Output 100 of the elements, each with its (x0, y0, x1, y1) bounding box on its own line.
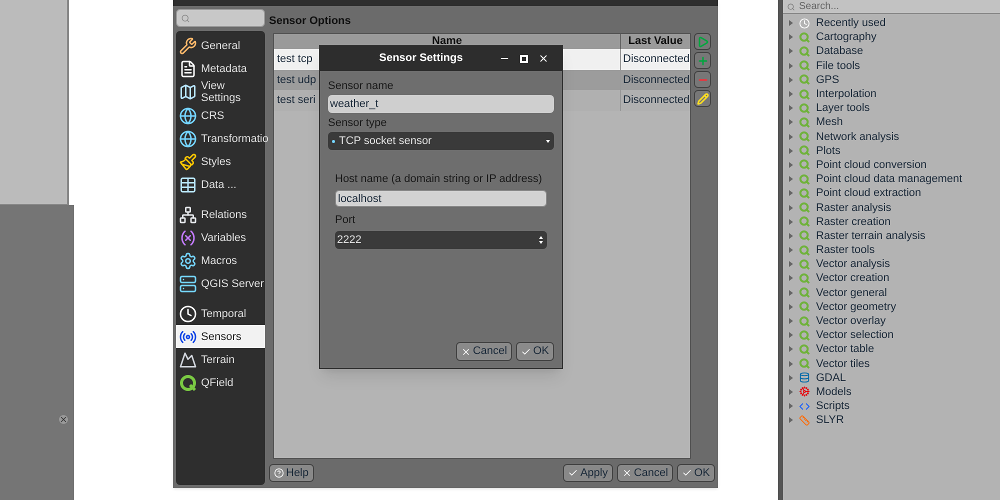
clock-icon (179, 304, 197, 322)
sidebar-item[interactable]: CRS (176, 104, 265, 127)
expand-arrow-icon[interactable] (789, 91, 793, 98)
expand-arrow-icon[interactable] (789, 204, 793, 211)
sidebar-item[interactable]: Terrain (176, 348, 265, 371)
dialog-button[interactable]: Apply (563, 464, 613, 482)
expand-arrow-icon[interactable] (789, 304, 793, 310)
sidebar-item[interactable]: Variables (176, 226, 265, 249)
dialog-button[interactable]: Help (269, 464, 314, 482)
sidebar-item[interactable]: QField (176, 371, 265, 394)
sidebar-item[interactable]: Relations (176, 203, 265, 226)
expand-arrow-icon[interactable] (789, 190, 793, 196)
expand-arrow-icon[interactable] (789, 20, 793, 26)
sensor-name-field[interactable]: weather_t (328, 95, 554, 113)
dialog-button[interactable]: OK (677, 464, 715, 482)
expand-arrow-icon[interactable] (789, 318, 793, 324)
dialog-button[interactable]: OK (516, 342, 554, 361)
expand-arrow-icon[interactable] (789, 148, 793, 154)
tree-item[interactable]: Cartography (789, 30, 1000, 44)
expand-arrow-icon[interactable] (789, 48, 793, 54)
sidebar-item[interactable]: Data ... (176, 173, 265, 196)
q-logo-icon (179, 374, 197, 392)
tree-item[interactable]: Vector general (789, 286, 1000, 300)
sidebar-item[interactable]: View Settings (176, 80, 265, 104)
tree-item[interactable]: Point cloud data management (789, 172, 1000, 186)
sidebar-item[interactable]: Metadata (176, 57, 265, 80)
expand-arrow-icon[interactable] (789, 261, 793, 268)
table-cell: test udp (277, 74, 316, 86)
expand-arrow-icon[interactable] (789, 346, 793, 352)
play-button[interactable] (694, 33, 711, 50)
tree-item[interactable]: Plots (789, 144, 1000, 158)
sidebar-item[interactable]: General (176, 34, 265, 57)
tree-item[interactable]: Raster terrain analysis (789, 228, 1000, 243)
tree-item[interactable]: Vector tiles (789, 356, 1000, 371)
tree-item[interactable]: GDAL (789, 370, 1000, 385)
edit-button[interactable] (694, 90, 711, 107)
expand-arrow-icon[interactable] (789, 232, 793, 239)
tree-item[interactable]: Recently used (789, 16, 1000, 30)
port-spinbox[interactable]: 2222 (335, 231, 547, 249)
database-icon (799, 372, 810, 384)
expand-arrow-icon[interactable] (789, 360, 793, 367)
tree-item[interactable]: Vector analysis (789, 257, 1000, 272)
tree-item[interactable]: Raster analysis (789, 200, 1000, 215)
expand-arrow-icon[interactable] (789, 247, 793, 254)
tree-item[interactable]: File tools (789, 58, 1000, 73)
tree-item[interactable]: Vector overlay (789, 314, 1000, 328)
expand-arrow-icon[interactable] (789, 374, 793, 381)
tree-item[interactable]: GPS (789, 72, 1000, 87)
expand-arrow-icon[interactable] (789, 332, 793, 338)
q-logo-icon (799, 344, 810, 355)
expand-arrow-icon[interactable] (789, 162, 793, 168)
expand-arrow-icon[interactable] (789, 218, 793, 225)
tree-item[interactable]: Point cloud conversion (789, 158, 1000, 172)
expand-arrow-icon[interactable] (789, 76, 793, 83)
expand-arrow-icon[interactable] (789, 34, 793, 40)
add-button[interactable] (694, 52, 711, 69)
field-label: Host name (a domain string or IP address) (335, 172, 544, 186)
expand-arrow-icon[interactable] (789, 176, 793, 182)
expand-arrow-icon[interactable] (789, 417, 793, 424)
expand-arrow-icon[interactable] (789, 134, 793, 140)
expand-arrow-icon[interactable] (789, 119, 793, 126)
caret-icon (546, 140, 550, 142)
sidebar-item[interactable]: QGIS Server (176, 272, 265, 295)
sidebar-item[interactable]: Styles (176, 150, 265, 173)
tree-item[interactable]: Layer tools (789, 101, 1000, 116)
tree-item[interactable]: Network analysis (789, 130, 1000, 144)
sensor-type-dropdown[interactable]: TCP socket sensor (328, 132, 554, 150)
tree-item[interactable]: Database (789, 44, 1000, 59)
expand-arrow-icon[interactable] (789, 105, 793, 112)
expand-arrow-icon[interactable] (789, 290, 793, 296)
tree-item[interactable]: Scripts (789, 399, 1000, 414)
expand-arrow-icon[interactable] (789, 403, 793, 410)
expand-arrow-icon[interactable] (789, 62, 793, 69)
tree-item[interactable]: Raster tools (789, 243, 1000, 258)
dialog-button[interactable]: Cancel (616, 464, 674, 482)
tree-item[interactable]: Vector geometry (789, 300, 1000, 314)
maximize-icon[interactable] (520, 54, 528, 62)
tree-item[interactable]: Raster creation (789, 214, 1000, 229)
tree-item[interactable]: Vector creation (789, 271, 1000, 286)
tree-item[interactable]: Point cloud extraction (789, 186, 1000, 200)
host-name-field[interactable]: localhost (335, 190, 547, 207)
tree-item[interactable]: Models (789, 384, 1000, 400)
tree-item[interactable]: SLYR (789, 413, 1000, 428)
search-field[interactable] (176, 9, 265, 27)
tree-item[interactable]: Interpolation (789, 86, 1000, 102)
q-logo-icon (799, 272, 810, 284)
tree-item[interactable]: Vector selection (789, 328, 1000, 342)
tree-item[interactable]: Mesh (789, 115, 1000, 130)
sidebar-item[interactable]: Sensors (176, 325, 265, 348)
globe-icon (179, 106, 197, 124)
dialog-button[interactable]: Cancel (456, 342, 512, 361)
column-header[interactable]: Name (274, 34, 620, 49)
tree-item[interactable]: Vector table (789, 342, 1000, 356)
expand-arrow-icon[interactable] (789, 275, 793, 282)
search-icon (181, 14, 190, 22)
close-icon[interactable] (538, 53, 549, 64)
expand-arrow-icon[interactable] (789, 388, 793, 395)
wrench-icon (179, 36, 197, 54)
sidebar-item[interactable]: Macros (176, 249, 265, 272)
sidebar-item[interactable]: Temporal (176, 302, 265, 325)
